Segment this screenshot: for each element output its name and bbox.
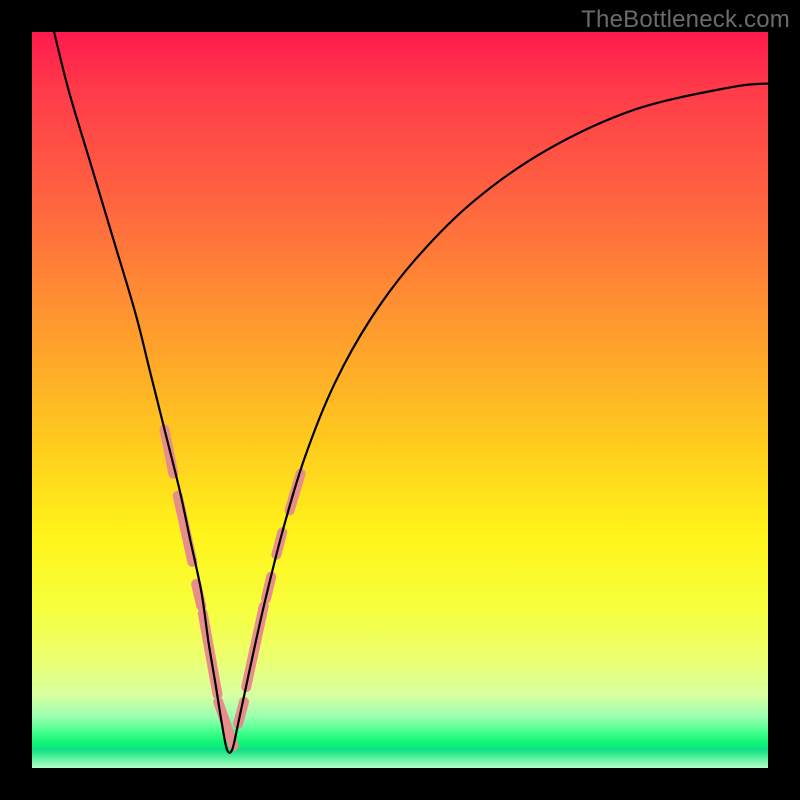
- highlight-segment: [218, 702, 234, 746]
- watermark-text: TheBottleneck.com: [581, 6, 790, 34]
- outer-black-frame: TheBottleneck.com: [0, 0, 800, 800]
- highlight-segment: [290, 474, 301, 511]
- bottleneck-curve: [54, 32, 768, 753]
- plot-area: [32, 32, 768, 768]
- highlight-segments: [165, 429, 301, 746]
- highlight-segment: [178, 496, 193, 562]
- curve-svg: [32, 32, 768, 768]
